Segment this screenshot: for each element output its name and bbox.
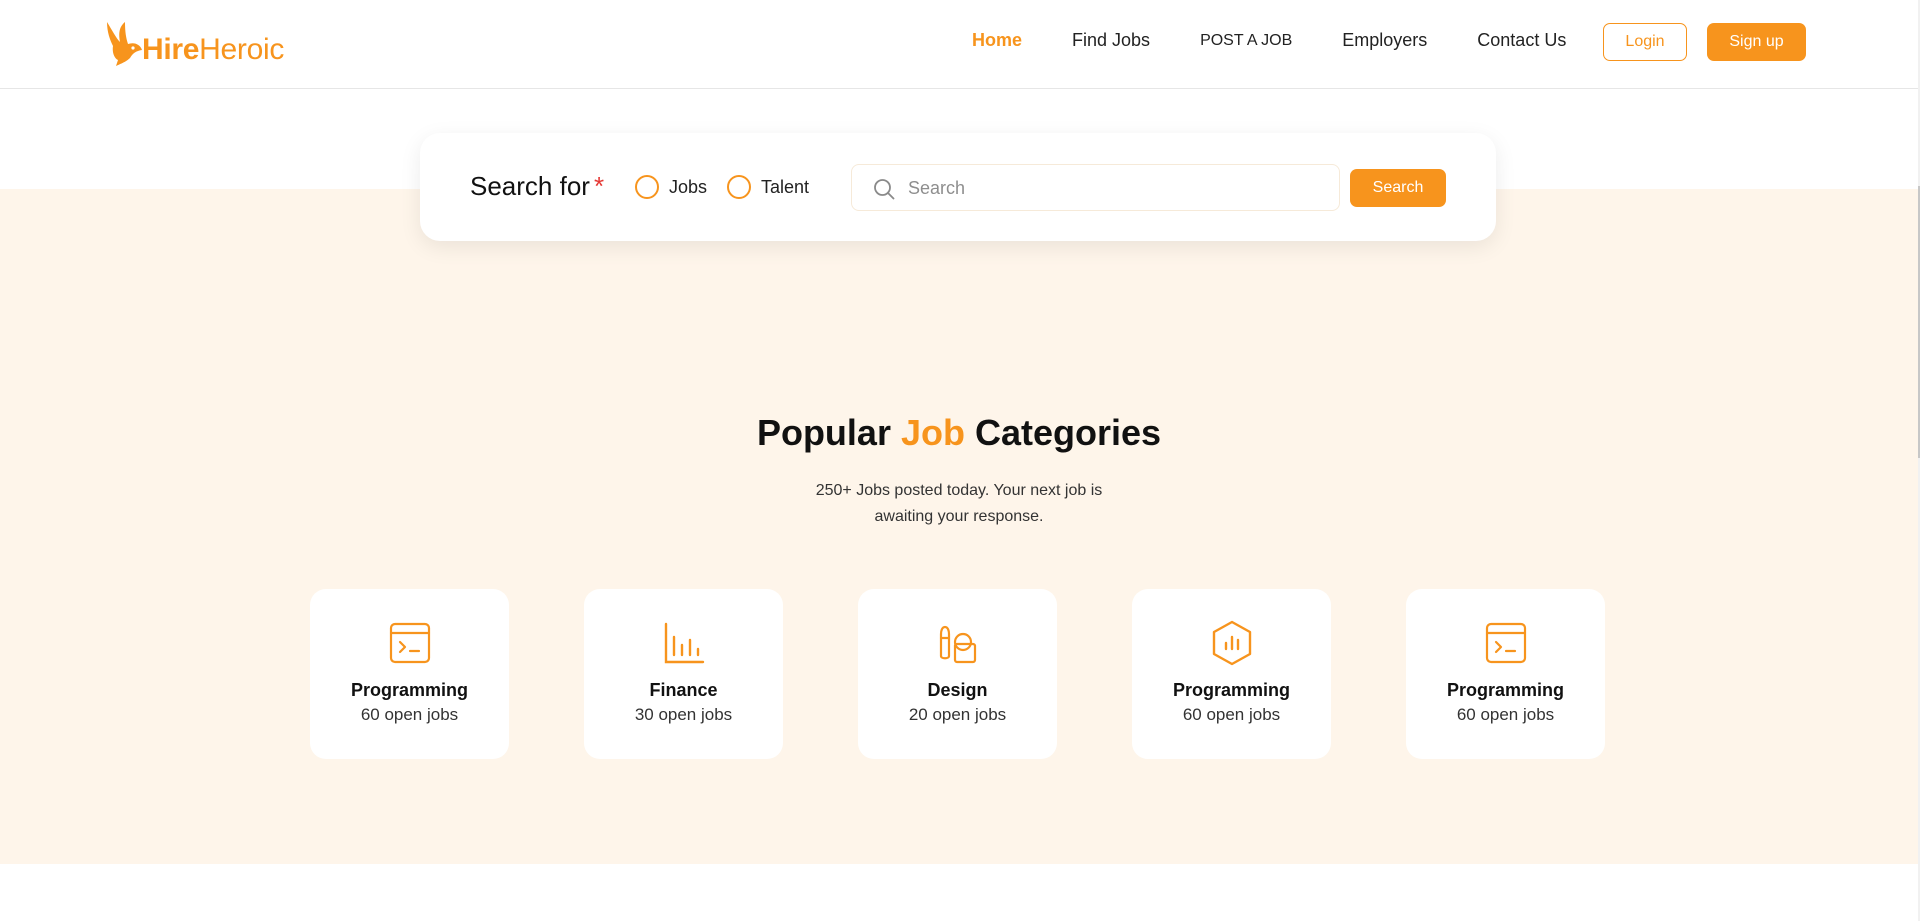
category-name: Finance xyxy=(649,680,718,700)
signup-button[interactable]: Sign up xyxy=(1707,23,1806,61)
terminal-window-icon xyxy=(1485,622,1527,664)
category-count: 20 open jobs xyxy=(908,705,1007,724)
brand-name-heroic: Heroic xyxy=(199,33,285,66)
category-name: Programming xyxy=(1172,680,1291,700)
required-asterisk: * xyxy=(593,171,605,201)
search-input[interactable] xyxy=(908,173,1328,203)
bar-chart-icon xyxy=(663,622,705,664)
category-count: 30 open jobs xyxy=(634,705,733,724)
category-count: 60 open jobs xyxy=(1456,705,1555,724)
radio-jobs[interactable]: Jobs xyxy=(635,175,707,199)
category-card-finance[interactable]: Finance 30 open jobs xyxy=(584,589,783,759)
nav-contact-us[interactable]: Contact Us xyxy=(1477,30,1566,51)
category-card-design[interactable]: Design 20 open jobs xyxy=(858,589,1057,759)
category-card-programming[interactable]: Programming 60 open jobs xyxy=(310,589,509,759)
category-name: Design xyxy=(927,680,988,700)
nav-home[interactable]: Home xyxy=(972,30,1022,51)
site-header: HireHeroic Home Find Jobs POST A JOB Emp… xyxy=(0,0,1918,89)
brand-name-hire: Hire xyxy=(142,33,200,66)
radio-talent-label[interactable]: Talent xyxy=(761,177,809,198)
radio-talent[interactable]: Talent xyxy=(727,175,809,199)
search-for-label: Search for * xyxy=(470,171,604,202)
category-cards: Programming 60 open jobs Finance 30 open… xyxy=(0,589,1918,759)
category-name: Programming xyxy=(1446,680,1565,700)
search-button[interactable]: Search xyxy=(1350,169,1446,207)
search-for-text: Search for xyxy=(470,171,590,201)
brand-logo[interactable]: HireHeroic xyxy=(104,18,284,68)
hexagon-chart-icon xyxy=(1211,620,1253,666)
category-count: 60 open jobs xyxy=(1182,705,1281,724)
section-title-accent: Job xyxy=(900,412,965,453)
section-title-pre: Popular xyxy=(756,412,901,453)
search-panel: Search for * Jobs Talent Search xyxy=(420,133,1496,241)
section-title-post: Categories xyxy=(964,412,1162,453)
radio-jobs-circle[interactable] xyxy=(635,175,659,199)
main-nav: Home Find Jobs POST A JOB Employers Cont… xyxy=(972,30,1566,51)
page: HireHeroic Home Find Jobs POST A JOB Emp… xyxy=(0,0,1920,921)
category-card-programming-3[interactable]: Programming 60 open jobs xyxy=(1406,589,1605,759)
brand-name: HireHeroic xyxy=(142,32,284,68)
nav-post-a-job[interactable]: POST A JOB xyxy=(1200,32,1292,50)
bird-logo-icon xyxy=(107,22,142,66)
section-subtitle-line-2: awaiting your response. xyxy=(874,508,1044,525)
search-box[interactable] xyxy=(851,164,1340,211)
login-button[interactable]: Login xyxy=(1603,23,1687,61)
category-card-programming-2[interactable]: Programming 60 open jobs xyxy=(1132,589,1331,759)
section-subtitle-line-1: 250+ Jobs posted today. Your next job is xyxy=(815,482,1103,499)
radio-talent-circle[interactable] xyxy=(727,175,751,199)
search-icon xyxy=(872,177,896,206)
category-name: Programming xyxy=(350,680,469,700)
nav-employers[interactable]: Employers xyxy=(1342,30,1427,51)
nav-find-jobs[interactable]: Find Jobs xyxy=(1072,30,1150,51)
radio-jobs-label[interactable]: Jobs xyxy=(669,177,707,198)
section-subtitle: 250+ Jobs posted today. Your next job is… xyxy=(0,478,1918,530)
design-tools-icon xyxy=(937,622,979,664)
section-title: Popular Job Categories xyxy=(0,412,1918,454)
category-count: 60 open jobs xyxy=(360,705,459,724)
terminal-window-icon xyxy=(389,622,431,664)
